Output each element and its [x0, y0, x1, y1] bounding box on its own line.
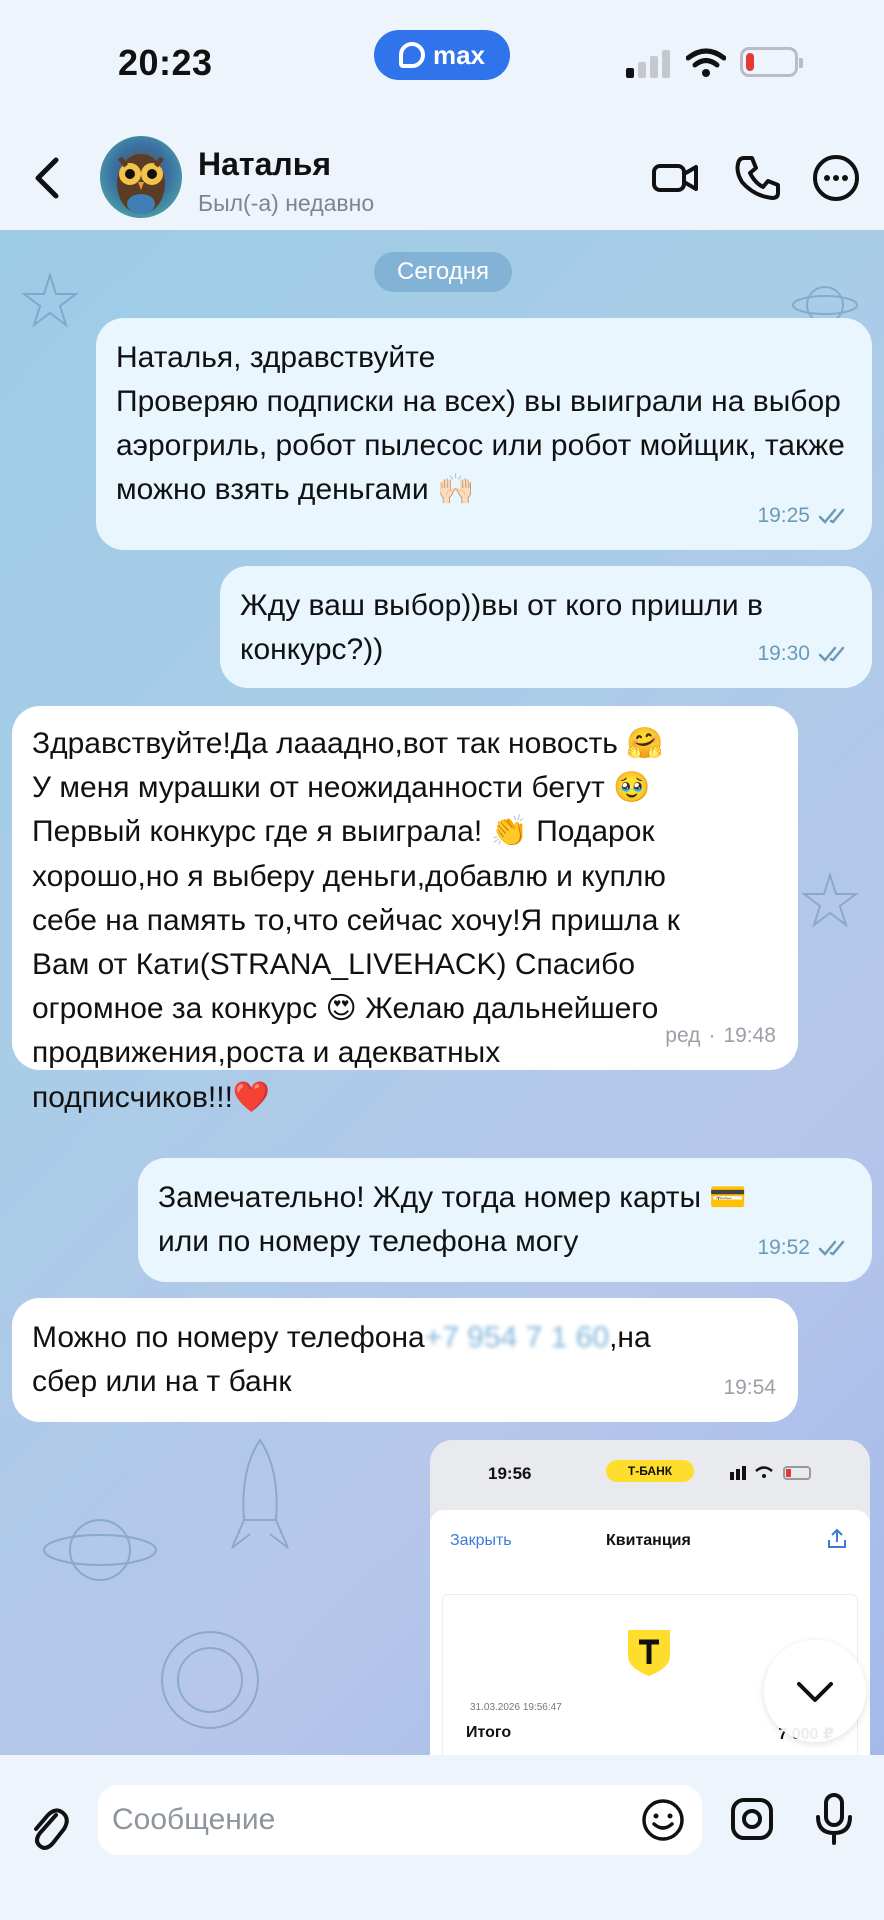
share-icon — [828, 1528, 846, 1548]
message-input[interactable] — [98, 1785, 702, 1855]
meta-separator: · — [708, 1023, 716, 1047]
message-outgoing[interactable]: Жду ваш выбор))вы от кого пришли в конку… — [220, 566, 872, 688]
message-line-text: Здравствуйте!Да лааадно,вот так новость — [32, 727, 618, 760]
double-check-icon — [818, 508, 845, 524]
message-line-text: Первый конкурс где я выиграла! — [32, 815, 483, 849]
planet-doodle-icon — [43, 1519, 157, 1581]
contact-status: Был(-а) недавно — [198, 190, 375, 216]
credit-card-emoji: 💳 — [709, 1180, 747, 1215]
status-bar: 20:23 max — [0, 0, 884, 120]
message-time: 19:48 — [723, 1023, 776, 1047]
message-incoming[interactable]: Здравствуйте!Да лааадно,вот так новость … — [12, 706, 798, 1115]
hidden-phone-number: +7 954 7 1 60 — [424, 1321, 610, 1354]
video-call-icon[interactable] — [650, 152, 702, 204]
receipt-title: Квитанция — [606, 1532, 691, 1549]
message-meta: ред · 19:48 — [665, 1014, 776, 1058]
chat-header: Наталья Был(-а) недавно — [0, 120, 884, 230]
message-time: 19:54 — [723, 1376, 776, 1399]
message-line-text: Замечательно! Жду тогда номер карты — [158, 1181, 702, 1214]
message-line-text: огромное за конкурс — [32, 992, 318, 1026]
message-line: Первый конкурс где я выиграла! 👏 Подарок — [32, 810, 776, 854]
status-time: 20:23 — [118, 42, 213, 83]
message-line: Можно по номеру телефона+7 954 7 1 60,на — [32, 1316, 776, 1360]
scroll-to-bottom-button[interactable] — [764, 1640, 866, 1742]
message-line-text: ,на — [609, 1321, 651, 1354]
receipt-total-label: Итого — [466, 1724, 512, 1741]
max-logo-icon — [398, 42, 425, 68]
chevron-down-icon — [797, 1682, 833, 1702]
message-text: Наталья, здравствуйте Проверяю подписки … — [116, 336, 850, 512]
message-time: 19:30 — [757, 642, 810, 665]
red-heart-emoji: ❤️ — [232, 1079, 271, 1115]
back-button[interactable] — [22, 148, 72, 208]
phone-call-icon[interactable] — [732, 152, 784, 204]
max-app-label: max — [432, 39, 486, 70]
message-time: 19:52 — [757, 1236, 810, 1259]
avatar[interactable] — [100, 136, 182, 218]
astronaut-doodle-icon — [161, 1631, 259, 1729]
star-doodle-icon — [801, 871, 859, 928]
message-line: Здравствуйте!Да лааадно,вот так новость … — [32, 722, 776, 766]
owl-avatar-icon — [117, 154, 165, 214]
raised-hands-emoji: 🙌🏻 — [437, 472, 475, 507]
message-meta: 19:30 — [757, 632, 850, 676]
message-line-text: Можно по номеру телефона — [32, 1321, 425, 1354]
double-check-icon — [818, 646, 845, 662]
composer-bar — [0, 1755, 884, 1920]
receipt-bank-badge: Т-БАНК — [606, 1460, 694, 1482]
message-line: сбер или на т банк — [32, 1365, 292, 1398]
message-time: 19:25 — [757, 504, 810, 527]
clapping-hands-emoji: 👏 — [490, 814, 528, 850]
message-line-text: Подарок — [527, 815, 655, 849]
heart-eyes-emoji: 😍 — [325, 991, 357, 1027]
more-options-icon[interactable] — [810, 152, 862, 204]
rocket-doodle-icon — [231, 1438, 289, 1549]
attach-paperclip-icon[interactable] — [26, 1799, 70, 1855]
contact-name[interactable]: Наталья — [198, 146, 331, 183]
message-line-text: Желаю дальнейшего — [356, 992, 659, 1026]
double-check-icon — [818, 1240, 845, 1256]
message-line: хорошо,но я выберу деньги,добавлю и купл… — [32, 859, 666, 893]
message-outgoing[interactable]: Наталья, здравствуйте Проверяю подписки … — [96, 318, 872, 550]
message-line: Замечательно! Жду тогда номер карты 💳 — [158, 1176, 850, 1220]
message-body: Наталья, здравствуйте Проверяю подписки … — [116, 341, 845, 506]
message-line: Вам от Кати(STRANA_LIVEHACK) Спасибо — [32, 948, 636, 982]
tbank-logo-icon — [628, 1630, 670, 1676]
edited-label: ред — [665, 1023, 701, 1047]
receipt-datetime: 31.03.2026 19:56:47 — [470, 1702, 562, 1713]
message-line: или по номеру телефона могу — [158, 1225, 579, 1258]
star-doodle-icon — [21, 271, 79, 328]
wifi-icon — [686, 48, 726, 77]
message-line-text: У меня мурашки от неожиданности бегут — [32, 771, 605, 805]
message-line: У меня мурашки от неожиданности бегут 🥹 — [32, 766, 776, 810]
message-meta: 19:54 — [723, 1366, 776, 1410]
message-outgoing[interactable]: Замечательно! Жду тогда номер карты 💳 ил… — [138, 1158, 872, 1282]
receipt-status-time: 19:56 — [488, 1464, 532, 1483]
battery-icon — [740, 47, 803, 77]
message-meta: 19:25 — [757, 494, 850, 538]
message-line-text: подписчиков!!! — [32, 1080, 233, 1114]
hugging-emoji: 🤗 — [626, 726, 664, 761]
message-incoming[interactable]: Можно по номеру телефона+7 954 7 1 60,на… — [12, 1298, 798, 1422]
message-line: подписчиков!!!❤️ — [32, 1076, 776, 1120]
camera-icon[interactable] — [728, 1795, 776, 1843]
holding-back-tears-emoji: 🥹 — [613, 770, 651, 806]
emoji-smile-icon[interactable] — [640, 1797, 686, 1843]
receipt-close-link: Закрыть — [450, 1532, 512, 1549]
battery-level — [746, 53, 754, 71]
date-separator: Сегодня — [374, 252, 512, 292]
chat-area[interactable]: Сегодня Наталья, здравствуйте Проверяю п… — [0, 230, 884, 1755]
message-line: себе на память то,что сейчас хочу!Я приш… — [32, 903, 680, 937]
receipt-status-icons — [730, 1466, 811, 1480]
microphone-icon[interactable] — [812, 1791, 856, 1847]
signal-icon — [626, 50, 670, 78]
max-app-badge[interactable]: max — [374, 30, 510, 80]
message-meta: 19:52 — [757, 1226, 850, 1270]
